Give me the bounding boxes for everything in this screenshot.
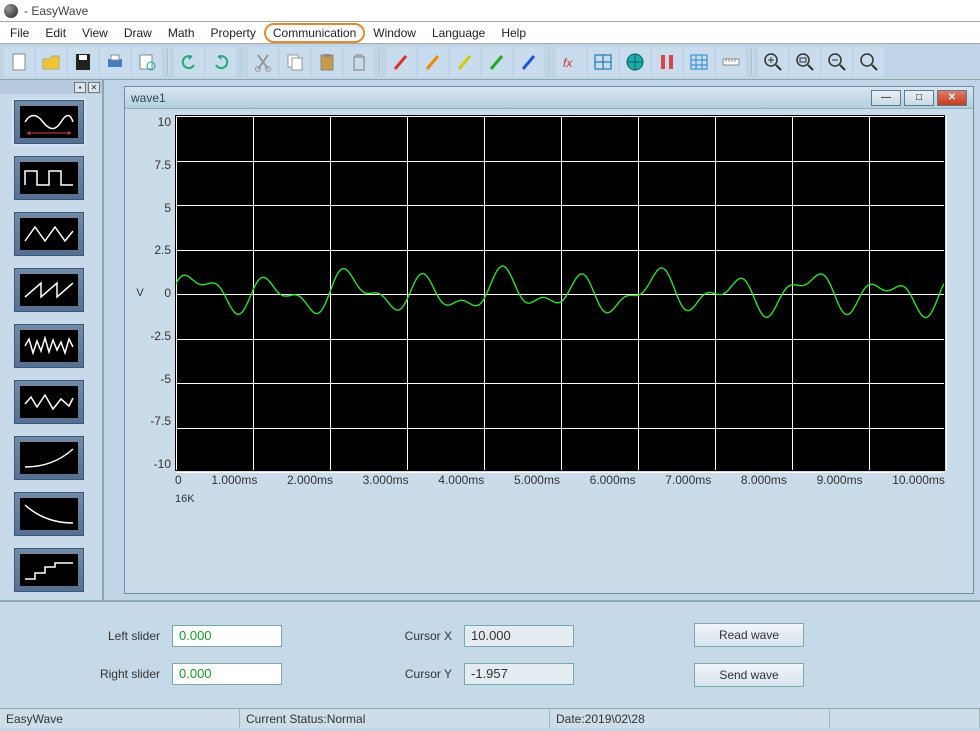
menu-help[interactable]: Help xyxy=(493,24,534,42)
menu-edit[interactable]: Edit xyxy=(37,24,74,42)
app-icon xyxy=(4,4,18,18)
app-title: - EasyWave xyxy=(24,4,88,18)
read-wave-button[interactable]: Read wave xyxy=(694,623,804,647)
send-wave-button[interactable]: Send wave xyxy=(694,663,804,687)
print-preview-icon[interactable] xyxy=(132,47,162,77)
left-slider-label: Left slider xyxy=(80,629,160,643)
sidebar-items xyxy=(0,94,102,600)
right-slider-label: Right slider xyxy=(80,667,160,681)
paste-icon[interactable] xyxy=(312,47,342,77)
columns-icon[interactable] xyxy=(652,47,682,77)
zoom-in-icon[interactable] xyxy=(758,47,788,77)
right-slider-input[interactable]: 0.000 xyxy=(172,663,282,685)
chart-area: wave1 — □ ✕ V 107.552.50-2.5-5-7.5-10 01… xyxy=(104,80,980,600)
waveform-trace xyxy=(176,116,944,470)
left-slider-input[interactable]: 0.000 xyxy=(172,625,282,647)
zoom-out-icon[interactable] xyxy=(822,47,852,77)
waveform-noise-button[interactable] xyxy=(14,324,84,368)
waveform-exp-rise-button[interactable] xyxy=(14,436,84,480)
status-date: Date:2019\02\28 xyxy=(550,709,830,728)
fx-icon[interactable]: fx xyxy=(556,47,586,77)
copy-icon[interactable] xyxy=(280,47,310,77)
redo-icon[interactable] xyxy=(206,47,236,77)
grid-icon[interactable] xyxy=(588,47,618,77)
status-spacer xyxy=(830,709,980,728)
pen-red-icon[interactable] xyxy=(386,47,416,77)
waveform-exp-fall-button[interactable] xyxy=(14,492,84,536)
window-titlebar: - EasyWave xyxy=(0,0,980,22)
bottom-panel: Left slider 0.000 Right slider 0.000 Cur… xyxy=(0,600,980,708)
globe-icon[interactable] xyxy=(620,47,650,77)
menu-view[interactable]: View xyxy=(74,24,116,42)
grid2-icon[interactable] xyxy=(684,47,714,77)
delete-icon[interactable] xyxy=(344,47,374,77)
toolbar: fx xyxy=(0,44,980,80)
chart-body: V 107.552.50-2.5-5-7.5-10 01.000ms2.000m… xyxy=(125,109,973,511)
waveform-sine-button[interactable] xyxy=(14,100,84,144)
save-icon[interactable] xyxy=(68,47,98,77)
svg-text:fx: fx xyxy=(563,56,573,70)
close-button[interactable]: ✕ xyxy=(937,90,967,106)
menu-communication[interactable]: Communication xyxy=(264,23,365,43)
waveform-triangle-button[interactable] xyxy=(14,212,84,256)
menu-property[interactable]: Property xyxy=(203,24,264,42)
waveform-ramp-button[interactable] xyxy=(14,268,84,312)
pen-blue-icon[interactable] xyxy=(514,47,544,77)
samples-label: 16K xyxy=(175,493,961,505)
pen-yellow-icon[interactable] xyxy=(450,47,480,77)
sidebar-menu-icon[interactable]: ▪ xyxy=(74,82,86,93)
chart-titlebar[interactable]: wave1 — □ ✕ xyxy=(125,87,973,109)
cursor-x-label: Cursor X xyxy=(392,629,452,643)
zoom-fit-icon[interactable] xyxy=(790,47,820,77)
menu-draw[interactable]: Draw xyxy=(116,24,160,42)
chart-window: wave1 — □ ✕ V 107.552.50-2.5-5-7.5-10 01… xyxy=(124,86,974,594)
pen-orange-icon[interactable] xyxy=(418,47,448,77)
cursor-y-label: Cursor Y xyxy=(392,667,452,681)
sidebar-close-icon[interactable]: ✕ xyxy=(88,82,100,93)
zoom-tool-icon[interactable] xyxy=(854,47,884,77)
status-text: Current Status:Normal xyxy=(240,709,550,728)
waveform-square-button[interactable] xyxy=(14,156,84,200)
waveform-arb-button[interactable] xyxy=(14,380,84,424)
pen-green-icon[interactable] xyxy=(482,47,512,77)
waveform-stair-button[interactable] xyxy=(14,548,84,592)
statusbar: EasyWave Current Status:Normal Date:2019… xyxy=(0,708,980,728)
chart-title: wave1 xyxy=(131,91,166,105)
open-icon[interactable] xyxy=(36,47,66,77)
main-area: ▪ ✕ wave1 — □ ✕ V 107.552.50-2.5-5-7.5-1… xyxy=(0,80,980,600)
plot-canvas[interactable] xyxy=(175,115,945,471)
cut-icon[interactable] xyxy=(248,47,278,77)
menubar: FileEditViewDrawMathPropertyCommunicatio… xyxy=(0,22,980,44)
menu-math[interactable]: Math xyxy=(160,24,203,42)
minimize-button[interactable]: — xyxy=(871,90,901,106)
new-icon[interactable] xyxy=(4,47,34,77)
menu-language[interactable]: Language xyxy=(424,24,493,42)
print-icon[interactable] xyxy=(100,47,130,77)
y-axis-label: V xyxy=(133,115,147,471)
y-tick-labels: 107.552.50-2.5-5-7.5-10 xyxy=(147,115,175,471)
maximize-button[interactable]: □ xyxy=(904,90,934,106)
undo-icon[interactable] xyxy=(174,47,204,77)
ruler-icon[interactable] xyxy=(716,47,746,77)
sidebar-header: ▪ ✕ xyxy=(0,80,102,94)
cursor-y-value: -1.957 xyxy=(464,663,574,685)
status-appname: EasyWave xyxy=(0,709,240,728)
sidebar: ▪ ✕ xyxy=(0,80,104,600)
x-tick-labels: 01.000ms2.000ms3.000ms4.000ms5.000ms6.00… xyxy=(175,471,945,487)
menu-file[interactable]: File xyxy=(2,24,37,42)
menu-window[interactable]: Window xyxy=(365,24,424,42)
cursor-x-value: 10.000 xyxy=(464,625,574,647)
